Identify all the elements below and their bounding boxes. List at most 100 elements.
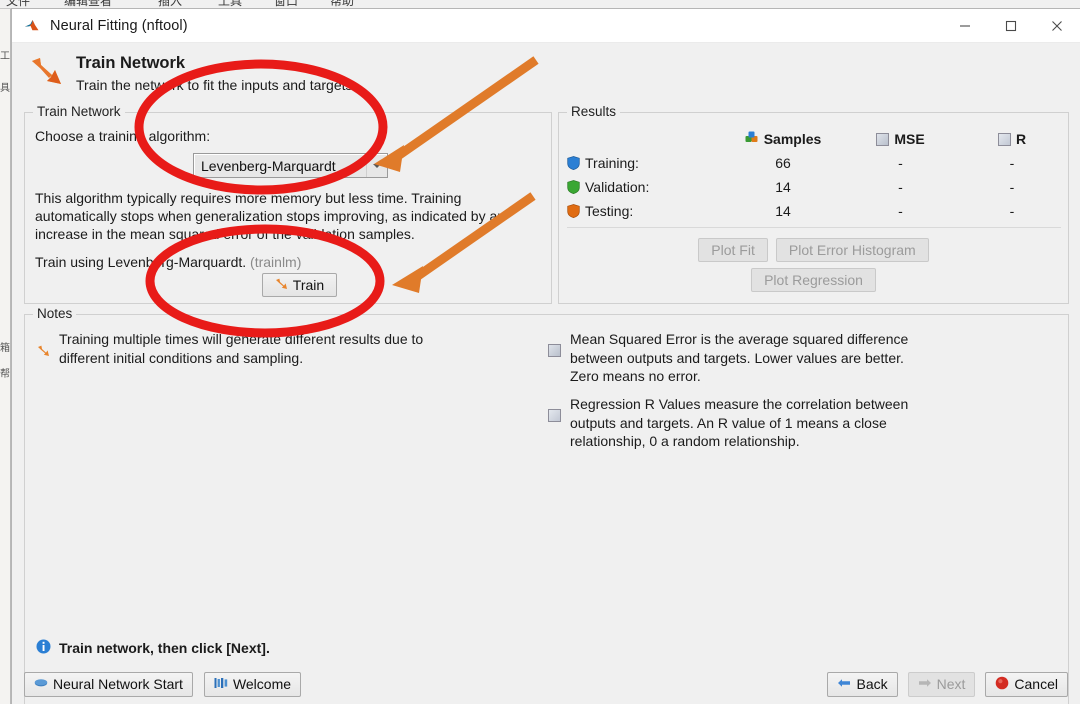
mse-square-icon (546, 330, 562, 357)
algorithm-combo-value: Levenberg-Marquardt (201, 157, 336, 174)
train-button-label: Train (292, 277, 325, 293)
plot-fit-button[interactable]: Plot Fit (698, 238, 768, 262)
screen: 文件 编辑查看 插入 工具 窗口 帮助 工 具 箱 帮 Neural Fitti… (0, 0, 1080, 704)
plot-error-histogram-button[interactable]: Plot Error Histogram (775, 238, 929, 262)
neural-network-start-button[interactable]: Neural Network Start (24, 671, 193, 697)
results-row-samples: 14 (775, 179, 791, 195)
note-text: Training multiple times will generate di… (59, 331, 424, 366)
bg-fragment: 具 (0, 83, 10, 94)
welcome-button[interactable]: Welcome (203, 671, 302, 697)
results-row-label: Testing: (585, 203, 634, 219)
page-subtitle: Train the network to fit the inputs and … (76, 76, 357, 93)
page-title: Train Network (76, 54, 186, 72)
bg-fragment: 帮 (0, 369, 10, 380)
close-icon[interactable] (1034, 9, 1080, 43)
train-network-group: Train Network Choose a training algorith… (24, 104, 552, 304)
samples-blocks-icon (745, 131, 759, 147)
r-square-icon (546, 395, 562, 422)
train-network-icon (28, 51, 68, 91)
results-row-samples: 14 (775, 203, 791, 219)
note-mse: Mean Squared Error is the average square… (546, 330, 926, 386)
cancel-icon (995, 676, 1009, 693)
blue-shield-icon (567, 156, 580, 170)
train-button[interactable]: Train (262, 273, 337, 297)
results-row-label-cell: Testing: (559, 203, 722, 219)
notes-group-title: Notes (33, 306, 77, 321)
neural-network-start-label: Neural Network Start (53, 676, 183, 692)
algorithm-combo[interactable]: Levenberg-Marquardt (193, 153, 388, 178)
results-row-label: Validation: (585, 179, 650, 195)
train-network-group-title: Train Network (33, 104, 125, 119)
chevron-down-icon[interactable] (366, 154, 387, 177)
bg-fragment: 箱 (0, 343, 10, 354)
bg-fragment: 工 (0, 51, 10, 62)
footer-left-buttons: Neural Network Start Welcome (24, 671, 302, 697)
results-divider (567, 227, 1061, 228)
next-button[interactable]: Next (907, 671, 976, 697)
plot-regression-button[interactable]: Plot Regression (751, 268, 876, 292)
choose-algorithm-label: Choose a training algorithm: (35, 128, 211, 144)
welcome-icon (214, 676, 228, 692)
results-row-r: - (1009, 155, 1015, 171)
dialog-body: Train Network Choose a training algorith… (12, 99, 1080, 704)
next-label: Next (936, 676, 966, 692)
window-titlebar[interactable]: Neural Fitting (nftool) (12, 9, 1080, 43)
mse-square-icon (876, 132, 890, 146)
back-button[interactable]: Back (827, 671, 898, 697)
back-arrow-icon (837, 676, 851, 692)
window-controls (942, 9, 1080, 43)
train-arrow-icon (35, 330, 51, 357)
results-header-samples: Samples (722, 131, 844, 147)
note-text: Mean Squared Error is the average square… (570, 331, 909, 385)
results-row-samples: 66 (775, 155, 791, 171)
background-app-left-strip: 工 具 箱 帮 (0, 9, 11, 704)
green-shield-icon (567, 180, 580, 194)
results-table: Samples MSE R Training: 66 - - Validatio… (559, 127, 1068, 223)
results-plot-buttons-row2: Plot Regression (559, 268, 1068, 292)
results-header-r-label: R (1015, 131, 1027, 147)
cancel-label: Cancel (1014, 676, 1058, 692)
results-header-r: R (957, 131, 1067, 147)
results-row-label-cell: Training: (559, 155, 722, 171)
table-row: Training: 66 - - (559, 151, 1068, 175)
train-using-function: (trainlm) (250, 254, 302, 270)
nftool-window: Neural Fitting (nftool) Train Network Tr… (11, 8, 1080, 704)
table-row: Validation: 14 - - (559, 175, 1068, 199)
train-using-label: Train using Levenberg-Marquardt. (35, 254, 247, 270)
train-arrow-icon (275, 277, 288, 293)
algorithm-description: This algorithm typically requires more m… (35, 190, 506, 243)
results-plot-buttons-row1: Plot Fit Plot Error Histogram (559, 238, 1068, 262)
orange-shield-icon (567, 204, 580, 218)
results-header-mse: MSE (844, 131, 957, 147)
results-row-label-cell: Validation: (559, 179, 722, 195)
info-icon (36, 639, 51, 657)
r-square-icon (997, 132, 1011, 146)
cancel-button[interactable]: Cancel (985, 671, 1068, 697)
results-header-samples-label: Samples (763, 131, 822, 147)
status-line: Train network, then click [Next]. (36, 639, 270, 657)
status-text: Train network, then click [Next]. (59, 640, 270, 656)
note-training-multiple: Training multiple times will generate di… (35, 330, 435, 367)
welcome-label: Welcome (232, 676, 292, 692)
minimize-icon[interactable] (942, 9, 988, 43)
table-row: Testing: 14 - - (559, 199, 1068, 223)
results-group-title: Results (567, 104, 621, 119)
results-header-row: Samples MSE R (559, 127, 1068, 151)
footer-bar: Neural Network Start Welcome Back Next C… (12, 664, 1080, 704)
matlab-logo-icon (24, 17, 41, 34)
results-row-label: Training: (585, 155, 639, 171)
results-group: Results Samples MSE R Training: 66 - - V… (558, 104, 1069, 304)
note-regression: Regression R Values measure the correlat… (546, 395, 926, 451)
back-label: Back (856, 676, 888, 692)
nn-start-icon (34, 676, 48, 692)
results-row-r: - (1009, 179, 1015, 195)
page-banner: Train Network Train the network to fit t… (12, 43, 1080, 99)
results-row-mse: - (898, 203, 903, 219)
window-title: Neural Fitting (nftool) (50, 17, 188, 34)
next-arrow-icon (918, 676, 932, 692)
note-text: Regression R Values measure the correlat… (570, 396, 909, 450)
train-using-line: Train using Levenberg-Marquardt. (trainl… (35, 254, 301, 270)
footer-right-buttons: Back Next Cancel (827, 671, 1068, 697)
results-row-mse: - (898, 179, 903, 195)
maximize-icon[interactable] (988, 9, 1034, 43)
